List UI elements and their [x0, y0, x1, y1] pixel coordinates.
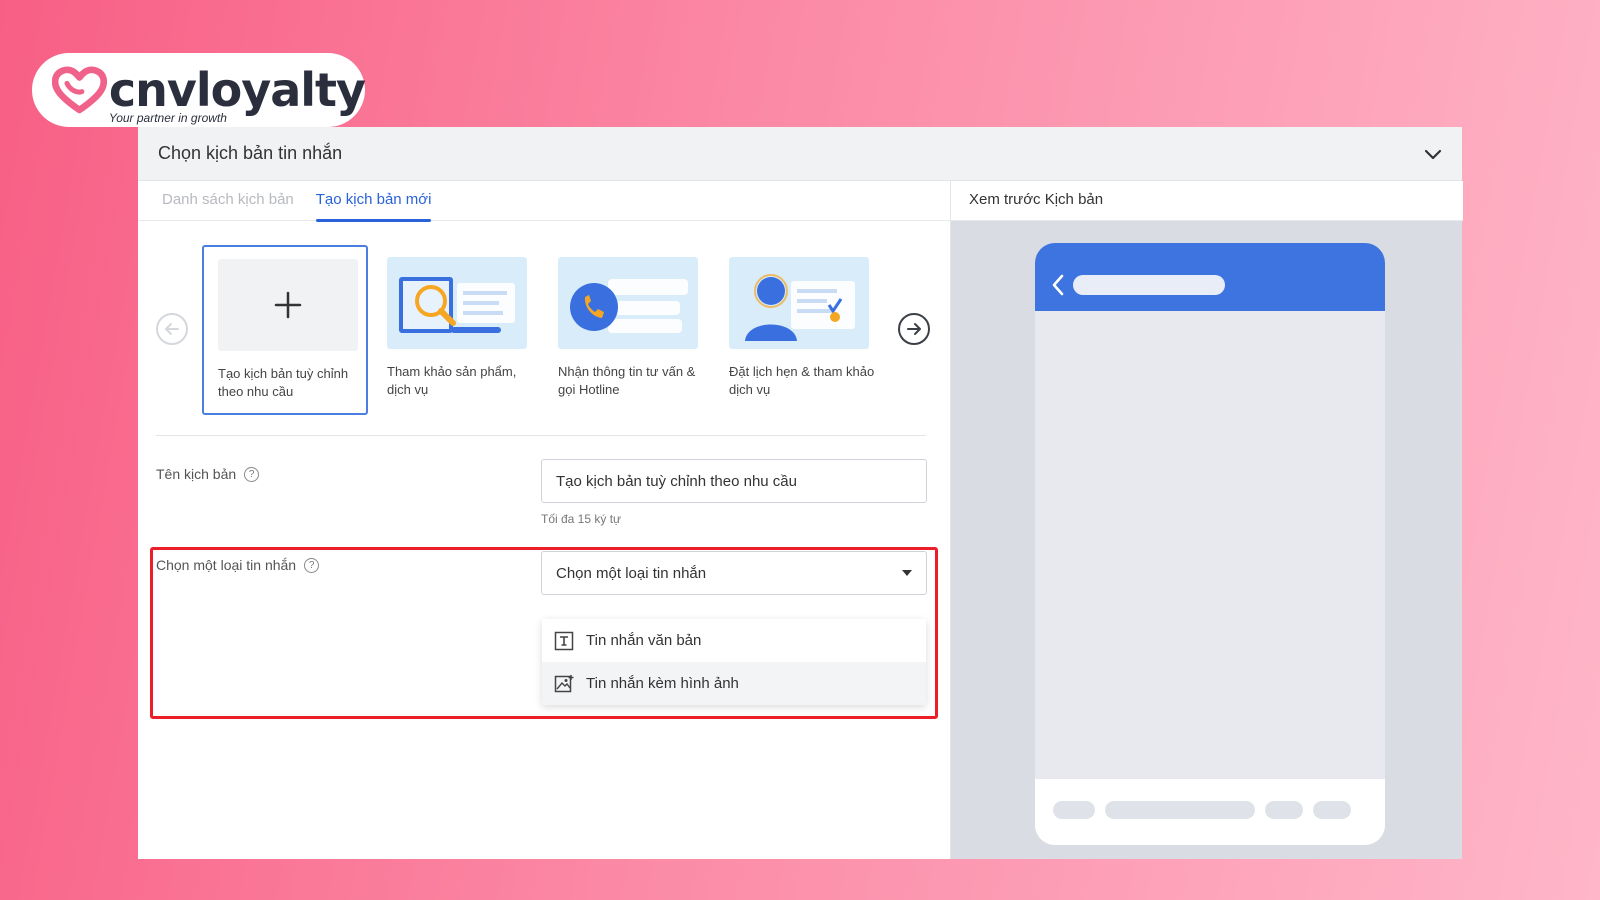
- carousel-next-button[interactable]: [898, 313, 930, 345]
- arrow-right-icon: [907, 323, 921, 335]
- phone-footer: [1035, 779, 1385, 845]
- template-card-products[interactable]: Tham khảo sản phẩm, dịch vụ: [373, 245, 539, 415]
- scenario-name-value: Tạo kịch bản tuỳ chỉnh theo nhu cầu: [556, 472, 797, 490]
- text-icon: [554, 631, 574, 650]
- template-thumb: [218, 259, 358, 351]
- template-thumb: [729, 257, 869, 349]
- template-label: Tạo kịch bản tuỳ chỉnh theo nhu cầu: [218, 366, 349, 399]
- phone-header: [1035, 243, 1385, 311]
- message-type-select[interactable]: Chọn một loại tin nhắn: [541, 551, 927, 595]
- brand-logo: cnvloyalty Your partner in growth: [32, 53, 366, 127]
- template-thumb: [558, 257, 698, 349]
- carousel-prev-button[interactable]: [156, 313, 188, 345]
- template-card-hotline[interactable]: Nhận thông tin tư vấn & gọi Hotline: [544, 245, 710, 415]
- template-card-booking[interactable]: Đặt lịch hẹn & tham khảo dịch vụ: [715, 245, 881, 415]
- scenario-name-hint: Tối đa 15 ký tự: [541, 512, 622, 526]
- heart-icon: [52, 66, 107, 114]
- back-chevron-icon: [1052, 274, 1064, 296]
- message-type-label-text: Chọn một loại tin nhắn: [156, 557, 297, 573]
- template-carousel: Tạo kịch bản tuỳ chỉnh theo nhu cầu Tham…: [138, 245, 950, 415]
- plus-icon: [274, 291, 302, 319]
- brand-tagline: Your partner in growth: [108, 111, 227, 125]
- template-thumb: [387, 257, 527, 349]
- footer-placeholder: [1105, 801, 1255, 819]
- tab-bar: Danh sách kịch bản Tạo kịch bản mới: [138, 181, 950, 222]
- tab-new-scenario[interactable]: Tạo kịch bản mới: [315, 181, 431, 222]
- message-type-dropdown: Tin nhắn văn bản Tin nhắn kèm hình ảnh: [542, 619, 926, 705]
- message-type-placeholder: Chọn một loại tin nhắn: [556, 564, 707, 582]
- footer-placeholder: [1053, 801, 1095, 819]
- scenario-name-input[interactable]: Tạo kịch bản tuỳ chỉnh theo nhu cầu: [541, 459, 927, 503]
- option-text-message[interactable]: Tin nhắn văn bản: [542, 619, 926, 662]
- template-card-custom[interactable]: Tạo kịch bản tuỳ chỉnh theo nhu cầu: [202, 245, 368, 415]
- panel-title: Chọn kịch bản tin nhắn: [158, 143, 343, 163]
- arrow-left-icon: [165, 323, 179, 335]
- brand-name: cnvloyalty: [108, 63, 366, 117]
- option-image-message[interactable]: Tin nhắn kèm hình ảnh: [542, 662, 926, 705]
- template-label: Nhận thông tin tư vấn & gọi Hotline: [558, 364, 696, 397]
- footer-placeholder: [1265, 801, 1303, 819]
- section-divider: [156, 435, 926, 436]
- panel-header[interactable]: Chọn kịch bản tin nhắn: [138, 127, 1462, 181]
- option-label: Tin nhắn kèm hình ảnh: [586, 675, 739, 692]
- footer-placeholder: [1313, 801, 1351, 819]
- image-icon: [554, 674, 574, 692]
- scenario-panel: Chọn kịch bản tin nhắn Danh sách kịch bả…: [138, 127, 1463, 859]
- preview-pane: Xem trước Kịch bản: [950, 181, 1463, 859]
- editor-pane: Danh sách kịch bản Tạo kịch bản mới Tạo …: [138, 181, 950, 859]
- message-type-label: Chọn một loại tin nhắn ?: [156, 557, 320, 573]
- scenario-name-label-text: Tên kịch bản: [156, 466, 237, 482]
- scenario-name-label: Tên kịch bản ?: [156, 466, 260, 482]
- caret-down-icon: [902, 570, 912, 576]
- phone-mockup: [1035, 243, 1385, 845]
- phone-illustration-icon: [570, 279, 688, 333]
- template-label: Tham khảo sản phẩm, dịch vụ: [387, 364, 517, 397]
- person-illustration-icon: [745, 274, 855, 341]
- chevron-down-icon[interactable]: [1422, 143, 1444, 165]
- phone-title-placeholder: [1073, 275, 1225, 295]
- magnifier-illustration-icon: [399, 277, 515, 333]
- help-icon[interactable]: ?: [244, 466, 260, 482]
- preview-title: Xem trước Kịch bản: [951, 181, 1463, 221]
- template-label: Đặt lịch hẹn & tham khảo dịch vụ: [729, 364, 875, 397]
- help-icon[interactable]: ?: [304, 557, 320, 573]
- option-label: Tin nhắn văn bản: [586, 632, 702, 649]
- tab-scenario-list[interactable]: Danh sách kịch bản: [162, 181, 294, 221]
